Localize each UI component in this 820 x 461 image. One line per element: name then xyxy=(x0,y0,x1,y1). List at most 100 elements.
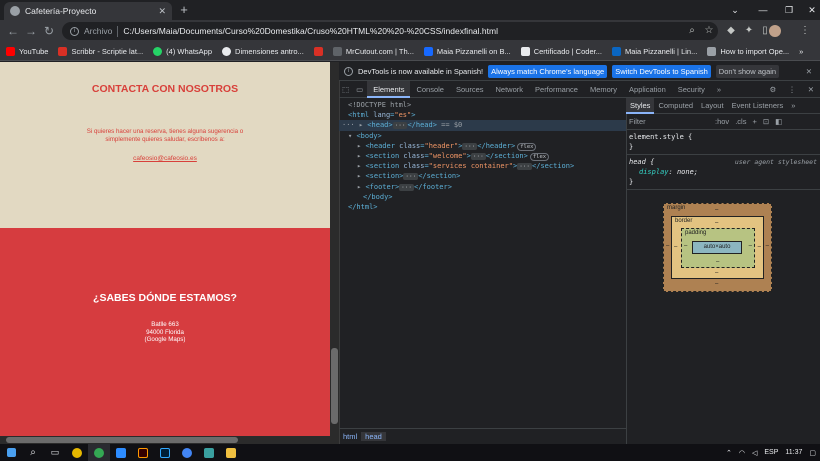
tab-memory[interactable]: Memory xyxy=(584,81,623,98)
switch-spanish-button[interactable]: Switch DevTools to Spanish xyxy=(612,64,711,78)
more-tabs-icon[interactable]: » xyxy=(787,98,799,114)
forward-icon[interactable]: → xyxy=(22,22,40,40)
task-view-icon[interactable]: ▭ xyxy=(44,444,66,461)
reload-icon[interactable]: ↻ xyxy=(40,22,58,40)
boxmodel-content[interactable]: auto×auto xyxy=(692,241,742,254)
back-icon[interactable]: ← xyxy=(4,22,22,40)
dom-line-section[interactable]: ▸ <section> ··· </section> xyxy=(339,171,626,181)
dom-line-welcome[interactable]: ▸ <section class="welcome"> ··· </section>… xyxy=(339,151,626,161)
clock[interactable]: 11:37 xyxy=(785,449,802,456)
vertical-scroll-thumb[interactable] xyxy=(331,348,338,424)
tab-computed[interactable]: Computed xyxy=(654,98,697,114)
search-icon[interactable]: ⌕ xyxy=(22,444,44,461)
taskbar: ⌕ ▭ ⌃ ◠ ◁ ESP 11:37 ▢ xyxy=(0,444,820,461)
dom-line-html[interactable]: <html lang="es"> xyxy=(339,110,626,120)
google-maps-link[interactable]: (Google Maps) xyxy=(0,336,330,344)
gallery-icon[interactable] xyxy=(198,444,220,461)
dom-line-footer[interactable]: ▸ <footer> ··· </footer> xyxy=(339,182,626,192)
bookmark-mrcutout[interactable]: MrCutout.com | Th... xyxy=(332,46,414,56)
notifications-icon[interactable]: ▢ xyxy=(809,449,816,457)
zoom-icon[interactable]: ⌕ xyxy=(684,22,700,40)
dom-line-services[interactable]: ▸ <section class="services container"> ··… xyxy=(339,161,626,171)
styles-filter-bar: Filter :hov .cls + ⊡ ◧ xyxy=(626,114,820,130)
zoom-app-icon[interactable] xyxy=(110,444,132,461)
tab-security[interactable]: Security xyxy=(672,81,711,98)
bookmark-scribbr[interactable]: Scribbr - Scriptie lat... xyxy=(58,46,143,56)
devtools-menu-icon[interactable]: ⋮ xyxy=(782,81,802,98)
bookmark-linkedin[interactable]: Maia Pizzanelli | Lin... xyxy=(611,46,697,56)
contact-email-link[interactable]: cafeosio@cafeosio.es xyxy=(0,155,330,162)
tab-event-listeners[interactable]: Event Listeners xyxy=(728,98,788,114)
chrome-icon[interactable] xyxy=(66,444,88,461)
dom-line-head[interactable]: ··· ▸ <head> ··· </head> == $0 xyxy=(339,120,626,131)
windows-start-icon[interactable] xyxy=(0,444,22,461)
tab-layout[interactable]: Layout xyxy=(697,98,728,114)
tab-close-icon[interactable]: ✕ xyxy=(158,6,166,17)
rule-element-style[interactable]: element.style { } xyxy=(626,130,820,155)
device-toolbar-icon[interactable]: ▭ xyxy=(352,81,367,98)
browser-tab[interactable]: Cafetería-Proyecto ✕ xyxy=(4,2,172,20)
tab-sources[interactable]: Sources xyxy=(450,81,490,98)
more-tabs-icon[interactable]: » xyxy=(711,81,727,98)
extension-icon[interactable]: ◆ xyxy=(723,22,739,40)
rule-source[interactable]: user agent stylesheet xyxy=(735,157,817,167)
info-icon[interactable]: i xyxy=(70,26,79,36)
settings-icon[interactable]: ⚙ xyxy=(763,81,782,98)
devtools-close-icon[interactable]: ✕ xyxy=(802,81,820,98)
bookmark-unnamed[interactable] xyxy=(313,46,323,56)
bookmark-youtube[interactable]: YouTube xyxy=(6,46,48,56)
tray-up-icon[interactable]: ⌃ xyxy=(726,449,732,457)
dom-line-header[interactable]: ▸ <header class="header"> ··· </header> fle… xyxy=(339,141,626,151)
bookmark-dimensiones[interactable]: Dimensiones antro... xyxy=(222,46,304,56)
dom-line-html-close[interactable]: </html> xyxy=(339,202,626,212)
rule-head[interactable]: user agent stylesheet head { display: no… xyxy=(626,155,820,190)
language-indicator[interactable]: ESP xyxy=(764,449,778,456)
format-icon[interactable]: ⊡ xyxy=(763,117,769,126)
star-icon[interactable]: ☆ xyxy=(701,22,717,40)
bookmark-coder[interactable]: Certificado | Coder... xyxy=(520,46,602,56)
volume-icon[interactable]: ◁ xyxy=(752,449,757,457)
horizontal-scroll-thumb[interactable] xyxy=(6,437,238,443)
dom-line-body[interactable]: ▾ <body> xyxy=(339,131,626,141)
tab-console[interactable]: Console xyxy=(410,81,450,98)
tab-styles[interactable]: Styles xyxy=(626,97,655,114)
close-icon[interactable]: ✕ xyxy=(806,67,812,76)
bookmark-whatsapp[interactable]: (4) WhatsApp xyxy=(153,46,212,56)
styles-filter-input[interactable]: Filter xyxy=(629,117,709,126)
address-bar[interactable]: i Archivo C:/Users/Maia/Documents/Curso%… xyxy=(62,22,718,40)
files-icon[interactable] xyxy=(220,444,242,461)
new-tab-button[interactable]: + xyxy=(176,2,192,18)
tab-performance[interactable]: Performance xyxy=(529,81,584,98)
chrome-active-icon[interactable] xyxy=(88,444,110,461)
wifi-icon[interactable]: ◠ xyxy=(739,449,745,457)
dom-line-doctype[interactable]: <!DOCTYPE html> xyxy=(339,100,626,110)
avatar[interactable] xyxy=(769,25,781,37)
site-icon xyxy=(520,46,530,56)
inspect-icon[interactable]: ⬚ xyxy=(339,81,352,98)
puzzle-icon[interactable]: ✦ xyxy=(741,22,757,40)
dont-show-again-button[interactable]: Don't show again xyxy=(715,64,780,78)
chevron-down-icon[interactable]: ⌄ xyxy=(720,0,750,20)
match-language-button[interactable]: Always match Chrome's language xyxy=(488,64,608,78)
illustrator-icon[interactable] xyxy=(132,444,154,461)
bookmarks-more[interactable]: » xyxy=(799,47,803,56)
close-window-icon[interactable]: ✕ xyxy=(797,0,820,20)
tab-application[interactable]: Application xyxy=(623,81,672,98)
menu-icon[interactable]: ⋮ xyxy=(797,22,813,40)
bookmark-howto[interactable]: How to import Ope... xyxy=(707,46,789,56)
bookmark-behance[interactable]: Maia Pizzanelli on B... xyxy=(423,46,511,56)
chrome-profile-icon[interactable] xyxy=(176,444,198,461)
add-rule-icon[interactable]: + xyxy=(752,117,756,126)
devtools-tabs: ⬚ ▭ Elements Console Sources Network Per… xyxy=(339,80,820,98)
computed-sidebar-icon[interactable]: ◧ xyxy=(775,117,782,126)
breadcrumb-head[interactable]: head xyxy=(361,432,386,441)
dom-line-body-close[interactable]: </body> xyxy=(339,192,626,202)
photoshop-icon[interactable] xyxy=(154,444,176,461)
cls-toggle[interactable]: .cls xyxy=(735,117,746,126)
tab-network[interactable]: Network xyxy=(490,81,530,98)
styles-tabs: Styles Computed Layout Event Listeners » xyxy=(626,97,820,114)
url-text[interactable]: C:/Users/Maia/Documents/Curso%20Domestik… xyxy=(123,26,498,36)
hov-toggle[interactable]: :hov xyxy=(715,117,729,126)
breadcrumb-html[interactable]: html xyxy=(339,432,361,441)
tab-elements[interactable]: Elements xyxy=(367,80,411,98)
